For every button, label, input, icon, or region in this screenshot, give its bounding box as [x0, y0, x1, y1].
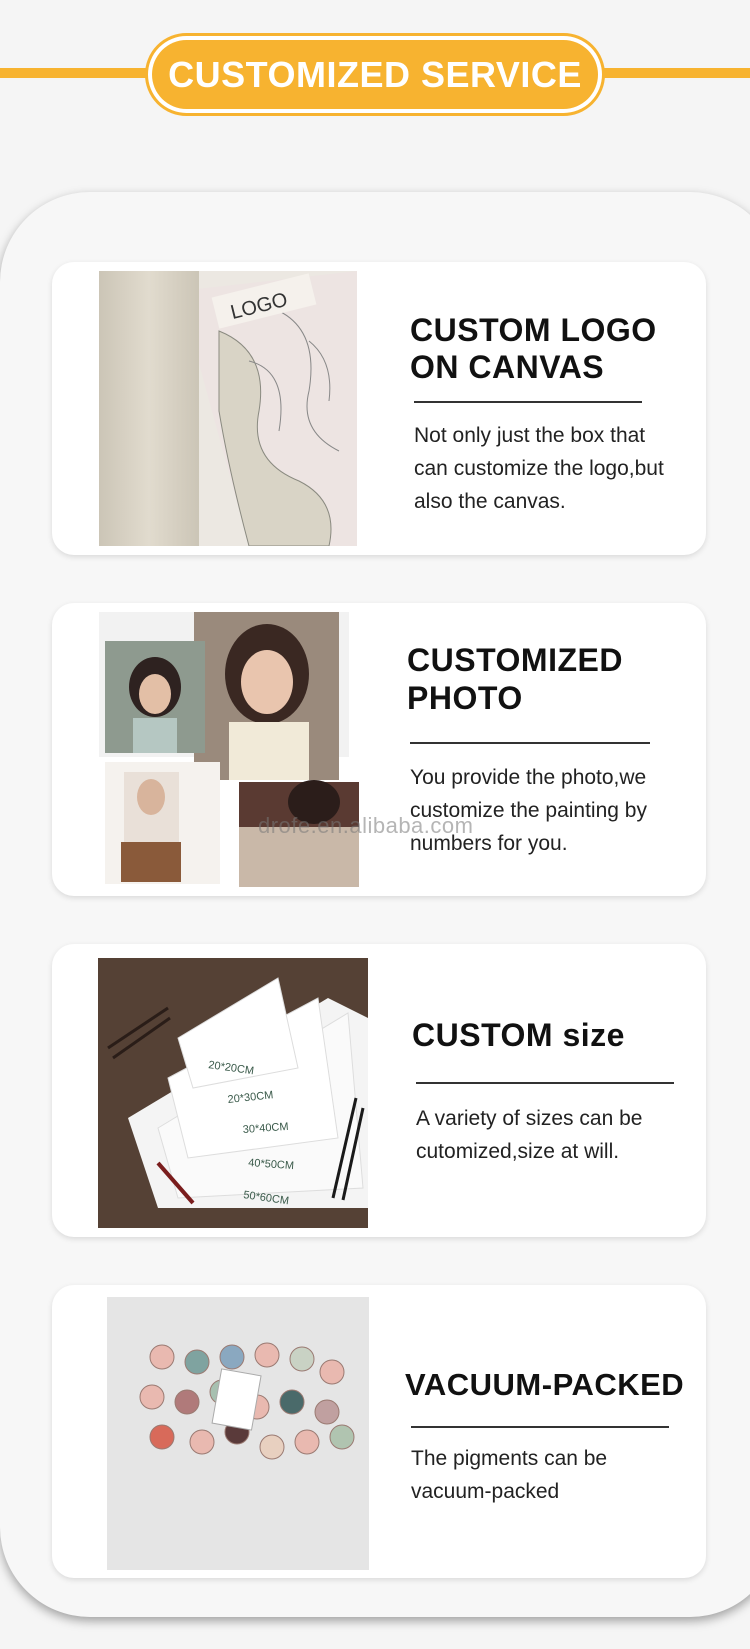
- card-description: You provide the photo,we customize the p…: [410, 766, 647, 855]
- watermark: drofe.en.alibaba.com: [258, 813, 474, 838]
- card-description: Not only just the box that can customize…: [414, 424, 664, 513]
- card-title-line1: CUSTOMIZED: [407, 642, 623, 678]
- card-title-line2: ON CANVAS: [410, 349, 605, 385]
- card-custom-size: 20*20CM 20*30CM 30*40CM 40*50CM 50*60CM …: [52, 944, 706, 1237]
- canvas-logo-image: LOGO: [99, 271, 357, 546]
- card-title-line2: PHOTO: [407, 680, 523, 716]
- card-description: The pigments can be vacuum-packed: [411, 1447, 608, 1503]
- card-divider: [416, 1082, 674, 1084]
- header-title: CUSTOMIZED SERVICE: [152, 40, 598, 109]
- card-description: A variety of sizes can be cutomized,size…: [416, 1107, 643, 1163]
- card-title-line1: CUSTOM size: [412, 1017, 625, 1053]
- header-banner: CUSTOMIZED SERVICE: [145, 33, 605, 116]
- vacuum-pack-image: [107, 1297, 369, 1570]
- card-custom-logo: LOGO CUSTOM LOGO ON CANVAS Not only just…: [52, 262, 706, 555]
- card-title-line1: CUSTOM LOGO: [410, 312, 657, 348]
- card-divider: [414, 401, 642, 403]
- card-vacuum-packed: VACUUM-PACKED The pigments can be vacuum…: [52, 1285, 706, 1578]
- card-divider: [411, 1426, 669, 1428]
- photo-collage-image: [99, 612, 362, 887]
- card-divider: [410, 742, 650, 744]
- card-customized-photo: CUSTOMIZED PHOTO You provide the photo,w…: [52, 603, 706, 896]
- canvas-sizes-image: 20*20CM 20*30CM 30*40CM 40*50CM 50*60CM: [98, 958, 368, 1228]
- card-title-line1: VACUUM-PACKED: [405, 1367, 685, 1402]
